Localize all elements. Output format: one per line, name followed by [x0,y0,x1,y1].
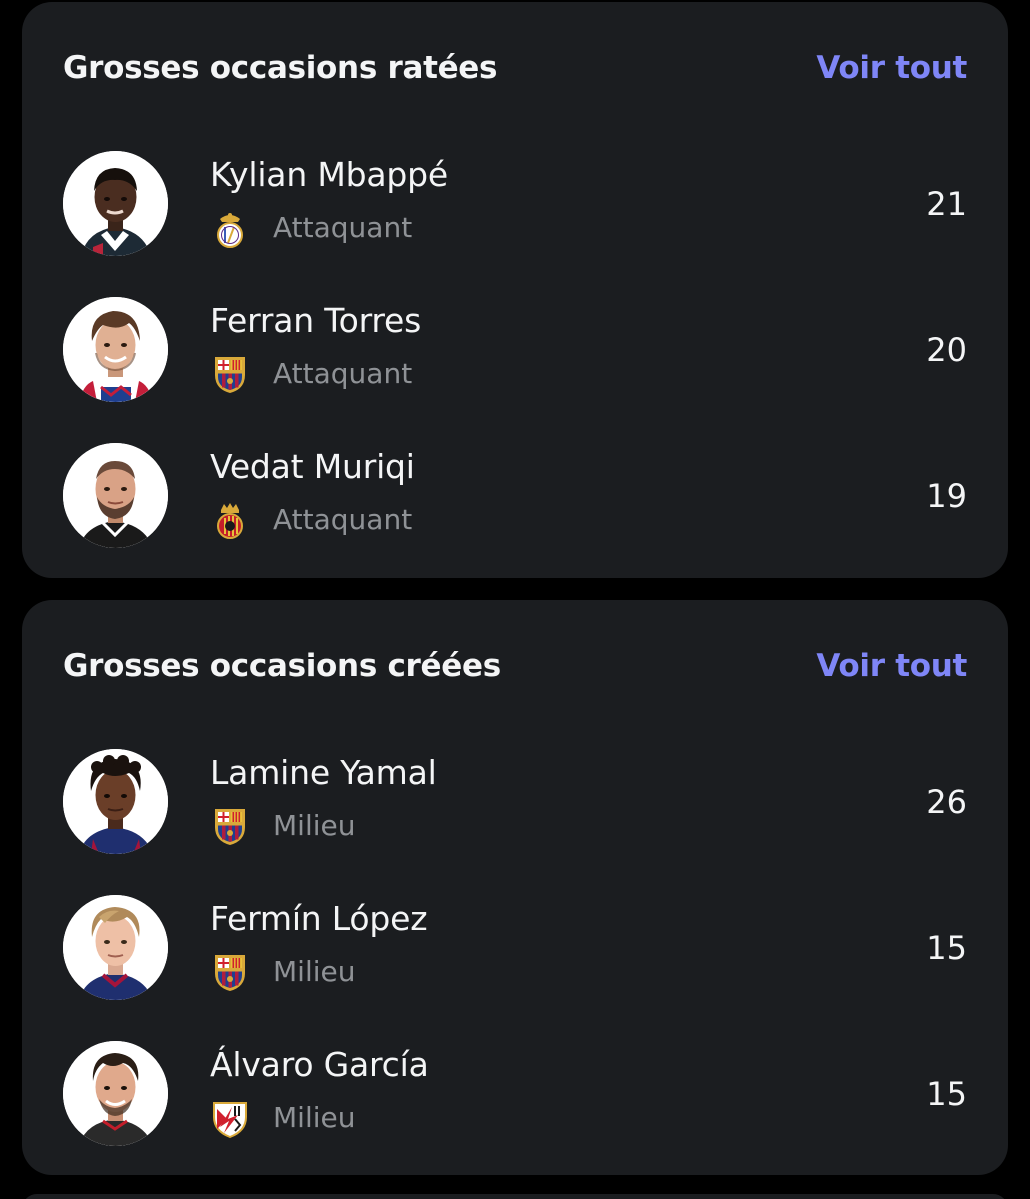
player-avatar [63,297,168,402]
big-chances-missed-card: Grosses occasions ratées Voir tout Kylia… [22,2,1008,578]
card-header: Grosses occasions ratées Voir tout [63,46,967,90]
player-position: Milieu [273,809,356,842]
player-position: Attaquant [273,503,413,536]
player-row[interactable]: Ferran Torres Attaquant 20 [22,275,1008,421]
card-title: Grosses occasions créées [63,648,501,684]
fc-barcelona-crest-icon [212,807,248,847]
player-row[interactable]: Kylian Mbappé Attaquant 21 [22,129,1008,275]
player-position: Milieu [273,1101,356,1134]
stat-value: 19 [926,477,967,515]
player-avatar [63,1041,168,1146]
player-avatar [63,443,168,548]
stat-value: 15 [926,1075,967,1113]
player-position: Attaquant [273,211,413,244]
stats-page: Grosses occasions ratées Voir tout Kylia… [0,0,1030,1199]
big-chances-created-card: Grosses occasions créées Voir tout Lamin… [22,600,1008,1175]
player-row[interactable]: Vedat Muriqi Attaquant 19 [22,421,1008,567]
player-name: Ferran Torres [210,301,422,340]
see-all-link[interactable]: Voir tout [816,648,967,684]
rayo-vallecano-crest-icon [212,1099,248,1139]
fc-barcelona-crest-icon [212,355,248,395]
real-madrid-crest-icon [212,209,248,249]
player-avatar [63,749,168,854]
player-name: Vedat Muriqi [210,447,415,486]
stat-value: 15 [926,929,967,967]
stat-value: 26 [926,783,967,821]
player-list: Kylian Mbappé Attaquant 21 Ferran Torres… [22,129,1008,567]
player-name: Fermín López [210,899,428,938]
player-row[interactable]: Lamine Yamal Milieu 26 [22,727,1008,873]
see-all-link[interactable]: Voir tout [816,50,967,86]
player-position: Milieu [273,955,356,988]
card-header: Grosses occasions créées Voir tout [63,644,967,688]
card-title: Grosses occasions ratées [63,50,498,86]
player-avatar [63,151,168,256]
player-name: Álvaro García [210,1045,429,1084]
stat-value: 21 [926,185,967,223]
next-card [22,1194,1008,1199]
player-name: Lamine Yamal [210,753,437,792]
player-list: Lamine Yamal Milieu 26 Fermín López Mili… [22,727,1008,1165]
player-row[interactable]: Fermín López Milieu 15 [22,873,1008,1019]
player-avatar [63,895,168,1000]
fc-barcelona-crest-icon [212,953,248,993]
stat-value: 20 [926,331,967,369]
rcd-mallorca-crest-icon [212,501,248,541]
player-row[interactable]: Álvaro García Milieu 15 [22,1019,1008,1165]
player-position: Attaquant [273,357,413,390]
player-name: Kylian Mbappé [210,155,448,194]
